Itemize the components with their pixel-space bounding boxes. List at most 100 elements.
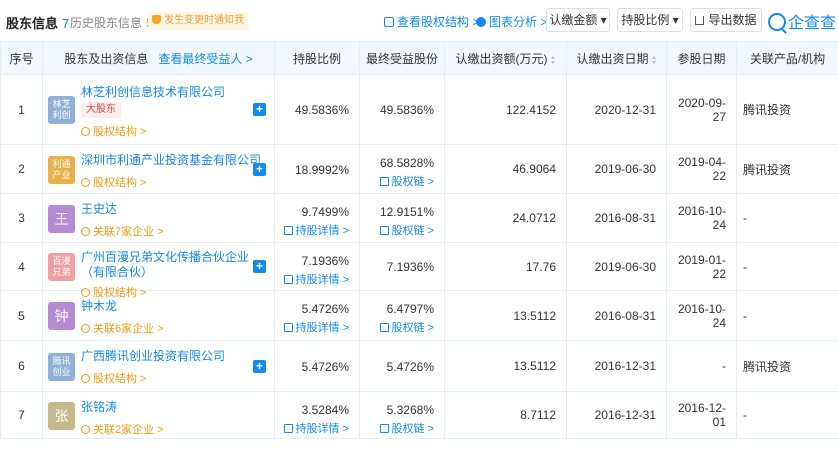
subscribe-date-value: 2016-08-31 xyxy=(566,290,667,341)
expand-plus-icon[interactable]: + xyxy=(253,163,266,176)
person-icon xyxy=(81,227,90,236)
equity-chain-link[interactable]: 股权链 > xyxy=(379,420,434,436)
ratio-cell: 5.4726% 持股详情 > xyxy=(274,290,360,341)
view-beneficiary-link[interactable]: 查看最终受益人 > xyxy=(158,52,252,66)
holder-sub-link[interactable]: 关联6家企业 > xyxy=(81,320,164,336)
section-toolbar: 股东信息7 历史股东信息5 发生变更时通知我 查看股权结构 > 图表分析 > 认… xyxy=(0,0,838,41)
holder-cell: 利通产业 深圳市利通产业投资基金有限公司 股权结构 > + xyxy=(42,144,275,194)
chart-analysis-link[interactable]: 图表分析 > xyxy=(476,13,547,30)
expand-plus-icon[interactable]: + xyxy=(253,360,266,373)
amount-value: 13.5112 xyxy=(444,340,567,392)
holder-name-link[interactable]: 广州百漫兄弟文化传播合伙企业（有限合伙） xyxy=(81,250,253,280)
row-index: 6 xyxy=(0,340,43,392)
product-link[interactable]: 腾讯投资 xyxy=(736,74,838,145)
row-index: 3 xyxy=(0,193,43,243)
pie-chart-icon xyxy=(476,17,486,27)
detail-icon xyxy=(283,226,293,235)
amount-value: 46.9064 xyxy=(444,144,567,194)
product-link[interactable]: 腾讯投资 xyxy=(736,144,838,194)
holder-avatar: 腾讯创业 xyxy=(48,353,75,381)
holding-detail-link[interactable]: 持股详情 > xyxy=(283,271,349,287)
holder-sub-link[interactable]: 关联7家企业 > xyxy=(81,223,164,239)
major-shareholder-badge: 大股东 xyxy=(81,102,121,118)
col-join-date: 参股日期 xyxy=(666,41,737,75)
structure-icon xyxy=(384,17,394,27)
table-row: 6 腾讯创业 广西腾讯创业投资有限公司 股权结构 > +5.4726% 5.4726% 13… xyxy=(0,340,838,392)
detail-icon xyxy=(283,323,293,332)
holding-detail-link[interactable]: 持股详情 > xyxy=(283,319,349,335)
change-notify-button[interactable]: 发生变更时通知我 xyxy=(148,12,249,30)
sort-icon xyxy=(550,55,556,64)
holder-avatar: 百漫兄弟 xyxy=(48,253,75,281)
holder-name-link[interactable]: 张铭涛 xyxy=(81,400,261,415)
row-index: 7 xyxy=(0,391,43,439)
holder-name-link[interactable]: 钟木龙 xyxy=(81,299,261,314)
product-value: - xyxy=(736,290,838,341)
ratio-value: 5.4726% xyxy=(301,302,349,316)
person-icon xyxy=(81,425,90,434)
equity-chain-link[interactable]: 股权链 > xyxy=(379,222,434,238)
final-share-cell: 6.4797% 股权链 > xyxy=(359,290,445,341)
product-link[interactable]: 腾讯投资 xyxy=(736,340,838,392)
amount-value: 122.4152 xyxy=(444,74,567,145)
holder-cell: 林芝利创 林芝利创信息技术有限公司 大股东股权结构 > + xyxy=(42,74,275,145)
subscribed-amount-sort-button[interactable]: 认缴金额 ▾ xyxy=(546,8,610,32)
col-index: 序号 xyxy=(0,41,43,75)
final-share-cell: 5.4726% xyxy=(359,340,445,392)
section-title[interactable]: 股东信息 7 xyxy=(6,13,69,32)
person-icon xyxy=(81,324,90,333)
holder-cell: 王王史达关联7家企业 > xyxy=(42,193,275,243)
subscribe-date-value: 2019-06-30 xyxy=(566,242,667,291)
holder-sub-link[interactable]: 关联2家企业 > xyxy=(81,421,164,437)
subscribe-date-value: 2016-08-31 xyxy=(566,193,667,243)
holder-avatar: 王 xyxy=(48,205,75,233)
ratio-value: 7.1936% xyxy=(301,254,349,268)
holder-avatar: 林芝利创 xyxy=(48,96,75,124)
view-equity-structure-link[interactable]: 查看股权结构 > xyxy=(384,13,479,30)
holding-detail-link[interactable]: 持股详情 > xyxy=(283,222,349,238)
col-date[interactable]: 认缴出资日期 xyxy=(566,41,667,75)
holder-name-link[interactable]: 广西腾讯创业投资有限公司 xyxy=(81,349,261,364)
final-share-cell: 68.5828% 股权链 > xyxy=(359,144,445,194)
holder-name-link[interactable]: 林芝利创信息技术有限公司 xyxy=(81,85,261,100)
holding-detail-link[interactable]: 持股详情 > xyxy=(283,420,349,436)
col-final-share: 最终受益股份 xyxy=(359,41,445,75)
ratio-cell: 49.5836% xyxy=(274,74,360,145)
holder-name-link[interactable]: 深圳市利通产业投资基金有限公司 xyxy=(81,153,261,168)
detail-icon xyxy=(283,275,293,284)
equity-chain-link[interactable]: 股权链 > xyxy=(379,173,434,189)
chain-icon xyxy=(379,226,389,235)
join-date-value: 2019-01-22 xyxy=(666,242,737,291)
final-share-value: 68.5828% xyxy=(379,156,434,170)
history-shareholders-tab[interactable]: 历史股东信息5 xyxy=(70,14,153,31)
holder-cell: 腾讯创业 广西腾讯创业投资有限公司 股权结构 > + xyxy=(42,340,275,392)
col-amount[interactable]: 认缴出资额(万元) xyxy=(444,41,567,75)
chain-icon xyxy=(379,177,389,186)
final-share-cell: 49.5836% xyxy=(359,74,445,145)
expand-plus-icon[interactable]: + xyxy=(253,260,266,273)
amount-value: 17.76 xyxy=(444,242,567,291)
ratio-value: 18.9992% xyxy=(294,163,349,177)
holder-sub-link[interactable]: 股权结构 > xyxy=(81,174,146,190)
shareholding-ratio-sort-button[interactable]: 持股比例 ▾ xyxy=(617,8,683,32)
equity-chain-link[interactable]: 股权链 > xyxy=(379,319,434,335)
final-share-value: 6.4797% xyxy=(386,302,434,316)
holder-name-link[interactable]: 王史达 xyxy=(81,202,261,217)
holder-sub-link[interactable]: 股权结构 > xyxy=(81,123,146,139)
chain-icon xyxy=(379,424,389,433)
join-date-value: 2016-10-24 xyxy=(666,193,737,243)
shareholder-count: 7 xyxy=(62,16,70,31)
col-holder: 股东及出资信息 查看最终受益人 > xyxy=(42,41,275,75)
holder-cell: 钟钟木龙关联6家企业 > xyxy=(42,290,275,341)
row-index: 5 xyxy=(0,290,43,341)
holder-sub-link[interactable]: 股权结构 > xyxy=(81,370,146,386)
holder-avatar: 钟 xyxy=(48,302,75,330)
ratio-cell: 18.9992% xyxy=(274,144,360,194)
export-data-button[interactable]: 导出数据 xyxy=(690,8,762,32)
join-date-value: 2020-09-27 xyxy=(666,74,737,145)
subscribe-date-value: 2019-06-30 xyxy=(566,144,667,194)
export-icon xyxy=(695,16,705,25)
join-date-value: 2016-12-01 xyxy=(666,391,737,439)
table-row: 7 张张铭涛 关联2家企业 > 3.5284% 持股详情 > 5.3268% 股权链 > 8.… xyxy=(0,391,838,439)
expand-plus-icon[interactable]: + xyxy=(253,103,266,116)
